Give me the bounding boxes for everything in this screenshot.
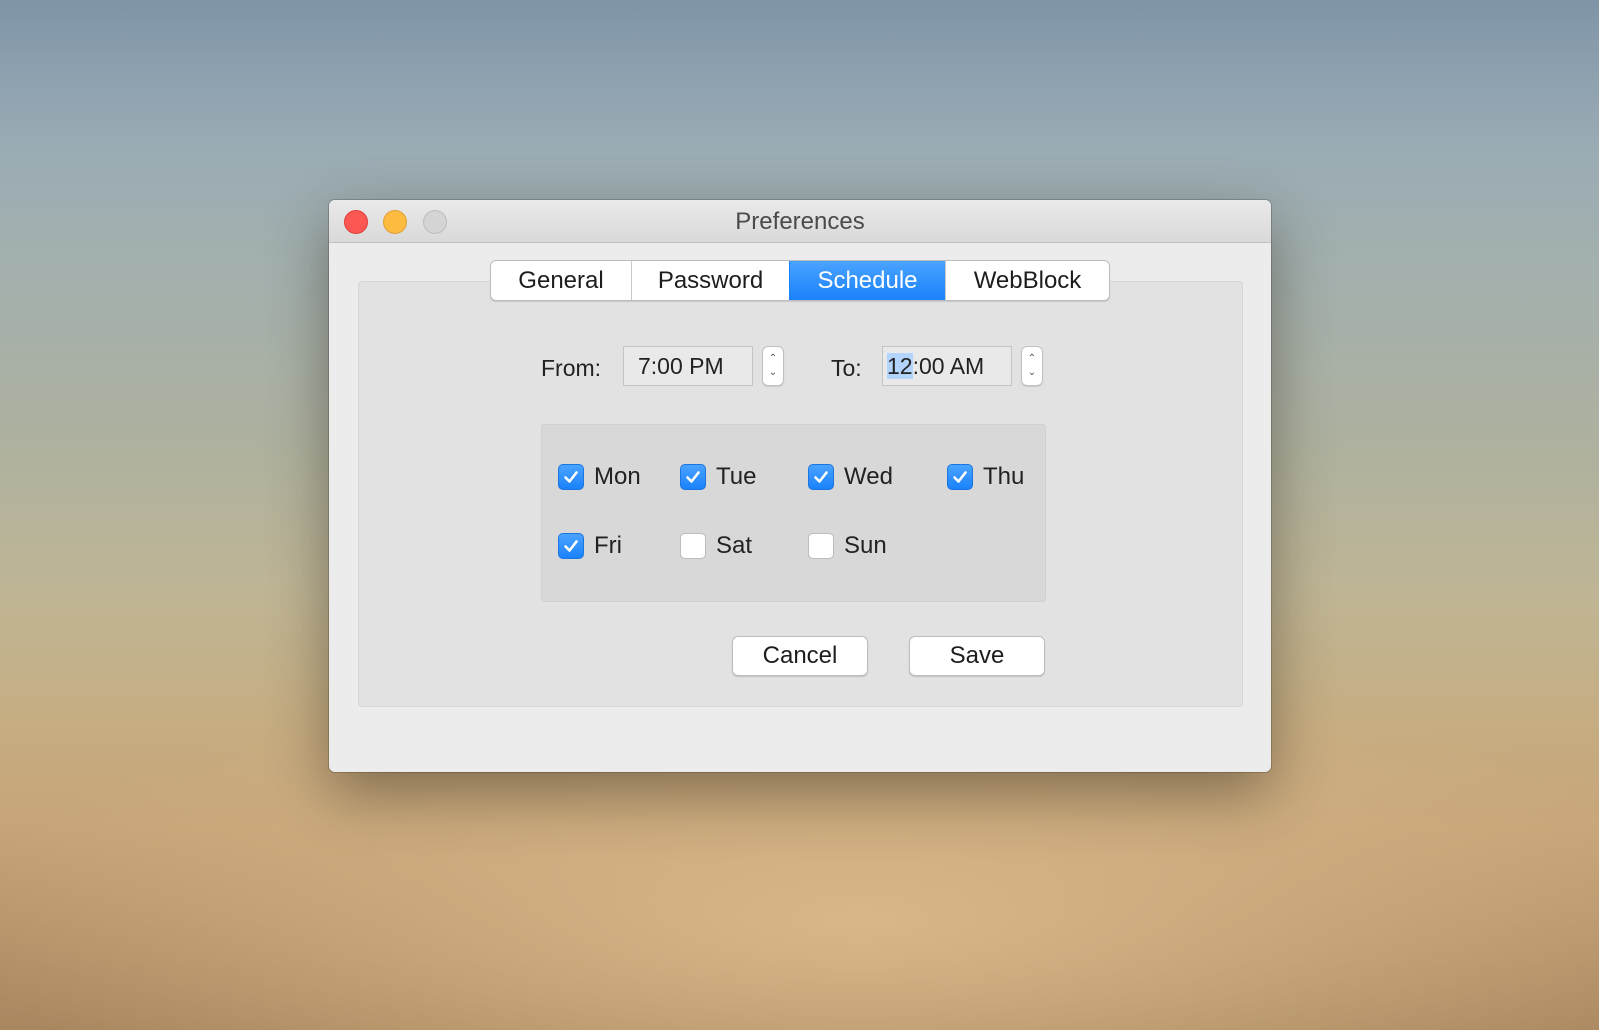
- to-time-stepper[interactable]: ⌃ ⌄: [1021, 346, 1043, 386]
- day-checkbox-fri[interactable]: Fri: [558, 532, 622, 560]
- tab-password[interactable]: Password: [631, 261, 789, 300]
- day-checkbox-tue[interactable]: Tue: [680, 463, 756, 491]
- from-label: From:: [541, 355, 602, 381]
- from-time-stepper[interactable]: ⌃ ⌄: [762, 346, 784, 386]
- stepper-down-icon[interactable]: ⌄: [1022, 368, 1042, 378]
- day-checkbox-mon[interactable]: Mon: [558, 463, 641, 491]
- checkbox-checked-icon[interactable]: [558, 533, 584, 559]
- tab-bar: General Password Schedule WebBlock: [490, 260, 1110, 301]
- day-checkbox-sun[interactable]: Sun: [808, 532, 887, 560]
- tab-webblock[interactable]: WebBlock: [945, 261, 1109, 300]
- checkbox-checked-icon[interactable]: [947, 464, 973, 490]
- to-time-field[interactable]: 12:00 AM: [882, 346, 1012, 386]
- day-label: Wed: [844, 463, 893, 490]
- day-label: Fri: [594, 532, 622, 559]
- day-checkbox-thu[interactable]: Thu: [947, 463, 1024, 491]
- day-label: Tue: [716, 463, 757, 490]
- to-label: To:: [831, 355, 862, 381]
- window-title: Preferences: [735, 208, 865, 235]
- checkbox-checked-icon[interactable]: [808, 464, 834, 490]
- checkbox-checked-icon[interactable]: [558, 464, 584, 490]
- stepper-up-icon[interactable]: ⌃: [1022, 354, 1042, 364]
- day-label: Mon: [594, 463, 641, 490]
- from-time-field[interactable]: 7:00 PM: [623, 346, 753, 386]
- save-button[interactable]: Save: [909, 636, 1045, 676]
- to-time-hour-selected: 12: [887, 353, 913, 379]
- from-time-value: 7:00 PM: [638, 353, 724, 379]
- cancel-button[interactable]: Cancel: [732, 636, 868, 676]
- checkbox-unchecked-icon[interactable]: [680, 533, 706, 559]
- days-group: [541, 424, 1046, 602]
- checkbox-checked-icon[interactable]: [680, 464, 706, 490]
- day-label: Sat: [716, 532, 753, 559]
- stepper-down-icon[interactable]: ⌄: [763, 368, 783, 378]
- tab-general[interactable]: General: [491, 261, 631, 300]
- day-checkbox-wed[interactable]: Wed: [808, 463, 893, 491]
- tab-schedule[interactable]: Schedule: [789, 261, 945, 300]
- day-label: Thu: [983, 463, 1025, 490]
- day-label: Sun: [844, 532, 887, 559]
- title-bar: Preferences: [329, 200, 1271, 243]
- to-time-rest: :00 AM: [912, 353, 985, 379]
- stepper-up-icon[interactable]: ⌃: [763, 354, 783, 364]
- checkbox-unchecked-icon[interactable]: [808, 533, 834, 559]
- day-checkbox-sat[interactable]: Sat: [680, 532, 752, 560]
